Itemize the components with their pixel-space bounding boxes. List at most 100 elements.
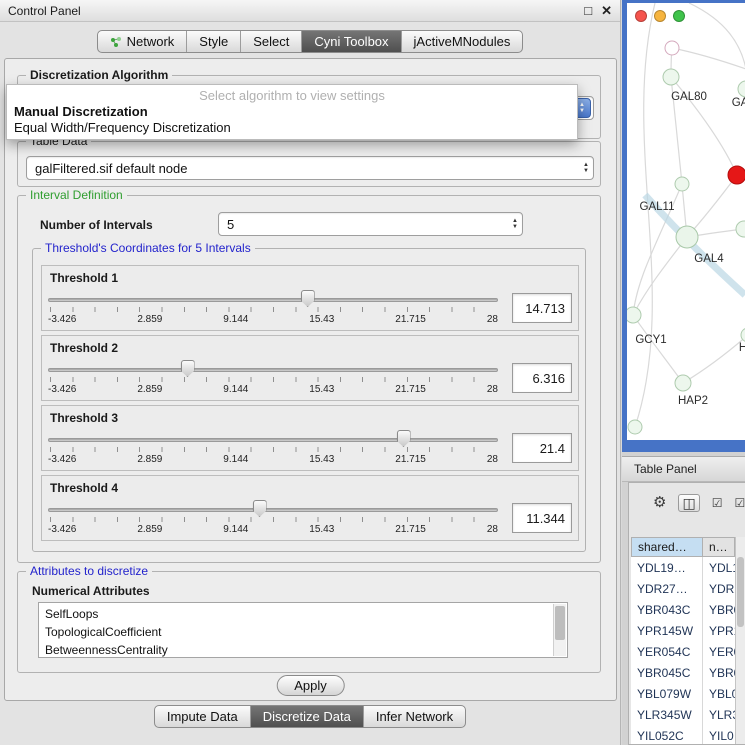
- slider-track[interactable]: [48, 298, 498, 302]
- scrollbar-thumb[interactable]: [555, 606, 565, 640]
- slider-scale: -3.4262.8599.14415.4321.71528: [48, 524, 498, 535]
- control-panel-titlebar[interactable]: Control Panel □ ✕: [0, 0, 620, 22]
- network-node-gal4[interactable]: [676, 226, 698, 248]
- columns-icon[interactable]: ◫: [678, 494, 699, 512]
- table-scrollbar[interactable]: [735, 537, 745, 744]
- network-canvas[interactable]: GAL80GAGAL11GAL4GCY1HAP2H: [627, 3, 745, 440]
- threshold-slider[interactable]: -3.4262.8599.14415.4321.71528: [48, 428, 498, 468]
- tab-discretize-data[interactable]: Discretize Data: [250, 706, 363, 727]
- scale-label: 28: [487, 524, 498, 535]
- threshold-value-field[interactable]: 11.344: [512, 503, 572, 533]
- attribute-item-betweennesscentrality[interactable]: BetweennessCentrality: [39, 641, 567, 658]
- network-node[interactable]: [728, 166, 745, 184]
- mac-window-buttons: [635, 10, 685, 22]
- slider-track[interactable]: [48, 508, 498, 512]
- tab-cyni-toolbox[interactable]: Cyni Toolbox: [301, 31, 400, 52]
- tab-select[interactable]: Select: [240, 31, 301, 52]
- threshold-slider[interactable]: -3.4262.8599.14415.4321.71528: [48, 498, 498, 538]
- network-node-ga[interactable]: [738, 81, 745, 97]
- network-node-gal11[interactable]: [675, 177, 689, 191]
- gear-icon[interactable]: ⚙: [653, 495, 666, 511]
- attribute-item-topologicalcoefficient[interactable]: TopologicalCoefficient: [39, 623, 567, 641]
- minimize-button[interactable]: [654, 10, 666, 22]
- attributes-list[interactable]: SelfLoopsTopologicalCoefficientBetweenne…: [38, 602, 568, 658]
- combo-stepper-icon[interactable]: [512, 218, 518, 230]
- float-window-icon[interactable]: □: [584, 3, 592, 19]
- table-row[interactable]: YDL19…YDL1…: [631, 557, 735, 578]
- table-panel-window: ⚙◫☑☑ shared…n… YDL19…YDL1…YDR27…YDR2…YBR…: [628, 482, 745, 745]
- tab-jactivemnodules[interactable]: jActiveMNodules: [401, 31, 523, 52]
- scale-label: 9.144: [223, 314, 248, 325]
- threshold-slider[interactable]: -3.4262.8599.14415.4321.71528: [48, 288, 498, 328]
- threshold-slider[interactable]: -3.4262.8599.14415.4321.71528: [48, 358, 498, 398]
- table-row[interactable]: YER054CYER0…: [631, 641, 735, 662]
- node-label: GAL4: [694, 253, 724, 265]
- tab-label: Discretize Data: [263, 709, 351, 724]
- network-edge[interactable]: [633, 315, 683, 383]
- network-node[interactable]: [736, 221, 745, 237]
- dropdown-item-equal-width-frequency-discretization[interactable]: Equal Width/Frequency Discretization: [7, 120, 577, 136]
- slider-track[interactable]: [48, 438, 498, 442]
- column-header-0[interactable]: shared…: [631, 537, 703, 557]
- tab-style[interactable]: Style: [186, 31, 240, 52]
- cell-name: YBL0…: [703, 683, 735, 704]
- dropdown-item-manual-discretization[interactable]: Manual Discretization: [7, 104, 577, 120]
- network-edge[interactable]: [633, 237, 687, 315]
- scale-label: 15.43: [309, 524, 334, 535]
- table-row[interactable]: YPR145WYPR1…: [631, 620, 735, 641]
- table-row[interactable]: YIL052CYIL0…: [631, 725, 735, 744]
- network-edge[interactable]: [672, 48, 745, 69]
- threshold-panel: Threshold 3 -3.4262.8599.14415.4321.7152…: [41, 405, 579, 471]
- cell-shared-name: YPR145W: [631, 620, 703, 641]
- table-row[interactable]: YBR043CYBR0…: [631, 599, 735, 620]
- threshold-value-field[interactable]: 14.713: [512, 293, 572, 323]
- network-node[interactable]: [628, 420, 642, 434]
- algorithm-dropdown: Select algorithm to view settings Manual…: [6, 84, 578, 140]
- network-canvas-area[interactable]: GAL80GAGAL11GAL4GCY1HAP2H: [627, 3, 745, 440]
- table-toolbar: ⚙ ◫ ☑ ☑: [629, 491, 745, 515]
- combo-stepper-icon[interactable]: [583, 162, 589, 174]
- slider-ticks: [50, 447, 496, 452]
- slider-track[interactable]: [48, 368, 498, 372]
- group-title: Attributes to discretize: [26, 564, 152, 578]
- tab-impute-data[interactable]: Impute Data: [155, 706, 250, 727]
- threshold-value-field[interactable]: 6.316: [512, 363, 572, 393]
- threshold-value-field[interactable]: 21.4: [512, 433, 572, 463]
- network-node-gcy1[interactable]: [627, 307, 641, 323]
- network-edge[interactable]: [687, 175, 737, 237]
- slider-thumb[interactable]: [301, 290, 315, 307]
- zoom-button[interactable]: [673, 10, 685, 22]
- checkbox-icon[interactable]: ☑: [734, 495, 745, 511]
- group-title: Discretization Algorithm: [26, 68, 172, 82]
- column-header-1[interactable]: n…: [703, 537, 735, 557]
- scale-label: 28: [487, 314, 498, 325]
- tab-network[interactable]: Network: [98, 31, 187, 52]
- close-button[interactable]: [635, 10, 647, 22]
- network-node-gal80[interactable]: [663, 69, 679, 85]
- close-window-icon[interactable]: ✕: [601, 3, 612, 19]
- network-node-hap2[interactable]: [675, 375, 691, 391]
- network-edge[interactable]: [635, 3, 655, 427]
- tab-label: Style: [199, 34, 228, 49]
- attribute-item-selfloops[interactable]: SelfLoops: [39, 605, 567, 623]
- number-of-intervals-combobox[interactable]: 5: [218, 212, 523, 236]
- cell-shared-name: YDL19…: [631, 557, 703, 578]
- slider-thumb[interactable]: [397, 430, 411, 447]
- slider-scale: -3.4262.8599.14415.4321.71528: [48, 454, 498, 465]
- table-row[interactable]: YBL079WYBL0…: [631, 683, 735, 704]
- checkbox-icon[interactable]: ☑: [712, 495, 723, 511]
- table-row[interactable]: YDR27…YDR2…: [631, 578, 735, 599]
- slider-thumb[interactable]: [253, 500, 267, 517]
- network-edge[interactable]: [683, 335, 745, 383]
- apply-button[interactable]: Apply: [276, 675, 345, 696]
- slider-thumb[interactable]: [181, 360, 195, 377]
- table-panel-titlebar[interactable]: Table Panel: [622, 456, 745, 482]
- table-row[interactable]: YBR045CYBR0…: [631, 662, 735, 683]
- table-row[interactable]: YLR345WYLR3…: [631, 704, 735, 725]
- attributes-scrollbar[interactable]: [553, 604, 566, 656]
- table-data-combobox[interactable]: galFiltered.sif default node: [26, 156, 594, 180]
- tab-infer-network[interactable]: Infer Network: [363, 706, 465, 727]
- scrollbar-thumb[interactable]: [737, 557, 744, 627]
- network-node[interactable]: [665, 41, 679, 55]
- table-data-group: Table Data galFiltered.sif default node: [17, 141, 601, 187]
